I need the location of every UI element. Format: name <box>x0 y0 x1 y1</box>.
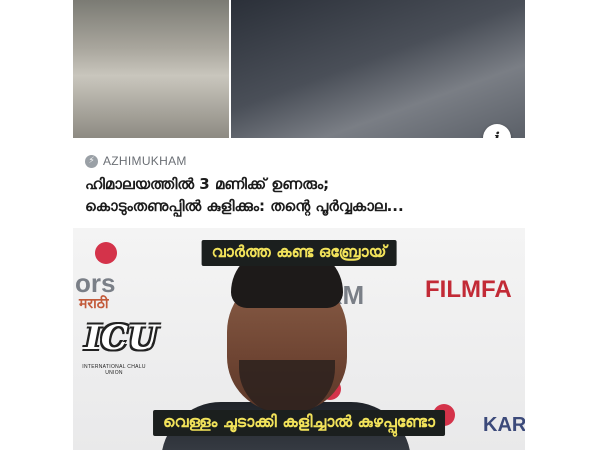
caption-top: വാർത്ത കണ്ട ഒബ്രോയ് <box>201 240 397 266</box>
source-label: AZHIMUKHAM <box>103 154 187 168</box>
news-photo-left <box>73 0 229 138</box>
news-card-text[interactable]: ⚡ AZHIMUKHAM ഹിമാലയത്തിൽ 3 മണിക്ക് ഉണരും… <box>73 138 525 226</box>
headline-line-1: ഹിമാലയത്തിൽ 3 മണിക്ക് ഉണരും; <box>85 175 330 193</box>
backdrop-text-filmfare: FILMFA <box>425 276 512 303</box>
backdrop-text-marathi: मराठी <box>79 295 109 311</box>
backdrop-text-kar: KAR <box>483 414 525 436</box>
logo-mark: ICU <box>85 318 158 358</box>
logo-subtitle: INTERNATIONAL CHALU UNION <box>82 364 146 376</box>
meme-image: i ⚡ AZHIMUKHAM ഹിമാലയത്തിൽ 3 മണിക്ക് ഉണര… <box>73 0 525 450</box>
headline-line-2: കൊടുംതണുപ്പിൽ കുളിക്കും: തന്റെ പൂർവ്വകാല… <box>85 197 404 215</box>
meme-panel: ors मराठी RRM FILMFA KAR ICU INTERNATION… <box>73 228 525 450</box>
news-thumbnail[interactable] <box>73 0 525 138</box>
news-source: ⚡ AZHIMUKHAM <box>85 154 187 168</box>
icu-logo: ICU INTERNATIONAL CHALU UNION <box>79 314 157 376</box>
news-photo-right <box>231 0 525 138</box>
news-headline[interactable]: ഹിമാലയത്തിൽ 3 മണിക്ക് ഉണരും; കൊടുംതണുപ്പ… <box>85 173 515 217</box>
backdrop-logo-dot <box>95 242 117 264</box>
caption-bottom: വെള്ളം ചൂടാക്കി കളിച്ചാൽ കുഴപ്പുണ്ടോ <box>153 410 445 436</box>
source-bolt-icon: ⚡ <box>85 154 98 168</box>
